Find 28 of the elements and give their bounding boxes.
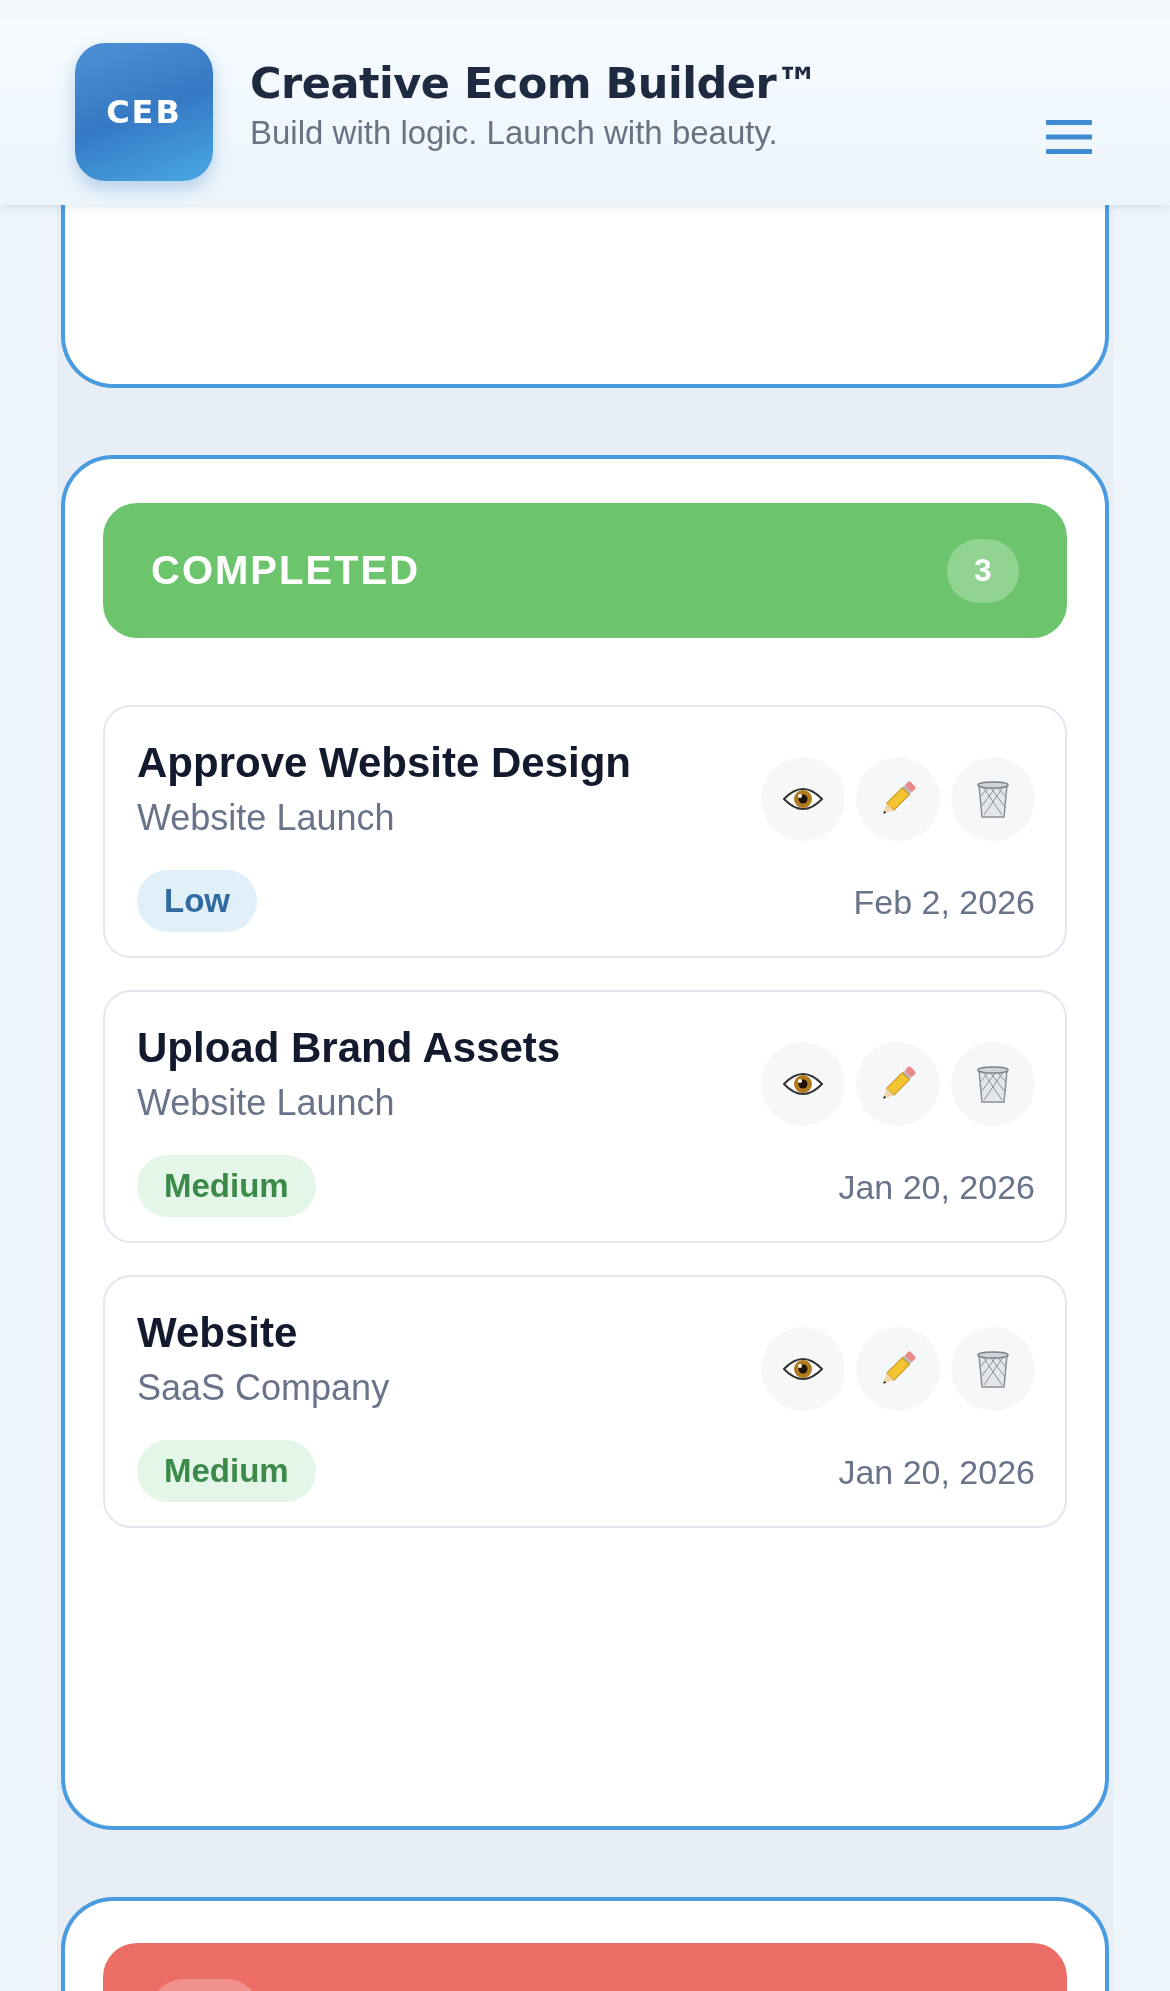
logo: CEB	[75, 43, 213, 181]
project-name: Website Launch	[137, 1082, 396, 1124]
trash-icon	[976, 1064, 1010, 1104]
eye-icon	[783, 1070, 823, 1098]
trash-icon	[976, 1349, 1010, 1389]
due-date: Jan 20, 2026	[838, 1168, 1035, 1208]
task-card[interactable]: Approve Website Design Website Launch Low Feb 2, 2026	[103, 705, 1067, 958]
app-title: Creative Ecom Builder™	[250, 58, 820, 108]
project-name: SaaS Company	[137, 1367, 391, 1409]
task-title: Approve Website Design	[137, 739, 632, 787]
priority-badge: Medium	[137, 1155, 316, 1217]
menu-button[interactable]	[1046, 120, 1092, 157]
due-date: Feb 2, 2026	[853, 883, 1035, 923]
due-date: Jan 20, 2026	[838, 1453, 1035, 1493]
menu-icon	[1046, 120, 1092, 154]
task-card[interactable]: Website SaaS Company Medium Jan 20, 2026	[103, 1275, 1067, 1528]
eye-icon	[783, 785, 823, 813]
project-name: Website Launch	[137, 797, 396, 839]
task-title: Upload Brand Assets	[137, 1024, 562, 1072]
priority-badge: Low	[137, 870, 257, 932]
task-card[interactable]: Upload Brand Assets Website Launch Medium Jan 20, 2026	[103, 990, 1067, 1243]
priority-badge: Medium	[137, 1440, 316, 1502]
task-title: Website	[137, 1309, 299, 1357]
trash-icon	[976, 779, 1010, 819]
eye-icon	[783, 1355, 823, 1383]
tagline: Build with logic. Launch with beauty.	[250, 114, 779, 152]
count-badge: 3	[947, 538, 1019, 603]
column-title: COMPLETED	[151, 548, 421, 593]
